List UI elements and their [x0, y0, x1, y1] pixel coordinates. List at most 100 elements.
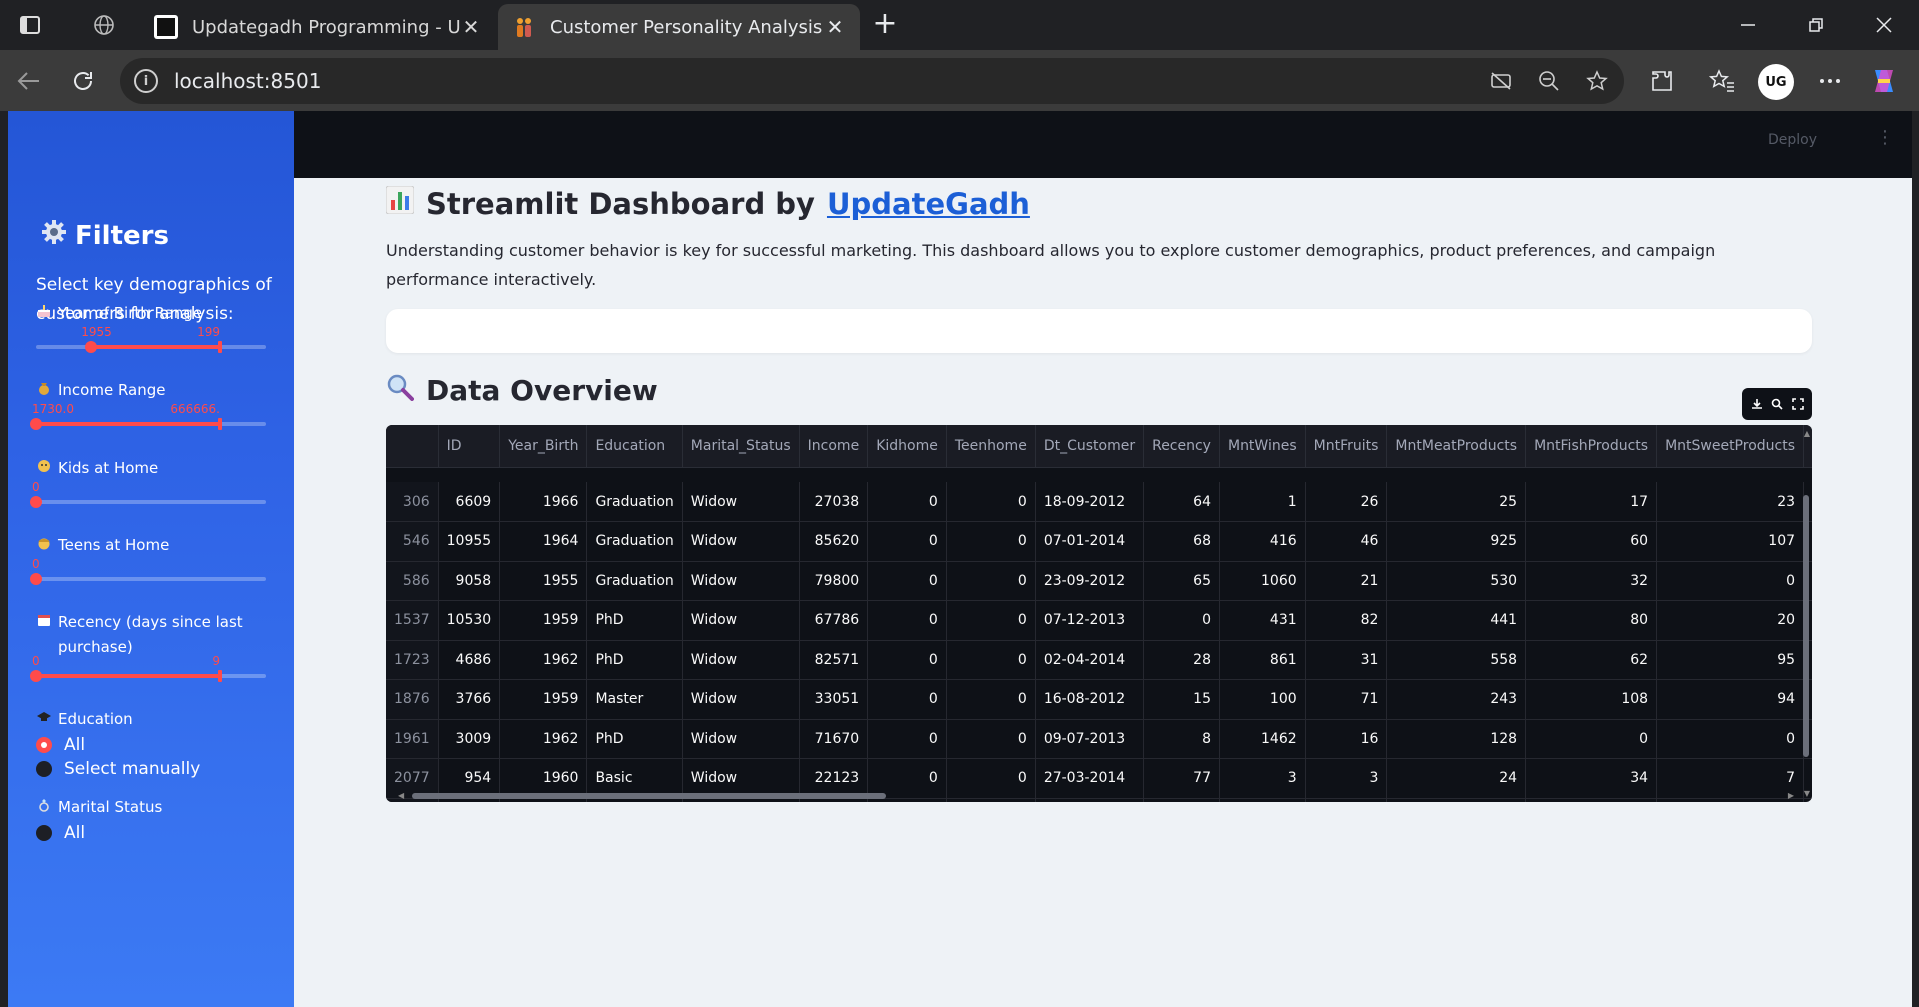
slider-thumb[interactable] — [30, 418, 42, 430]
table-cell[interactable]: 68 — [1143, 521, 1220, 562]
minimize-icon[interactable] — [1716, 0, 1780, 50]
education-option-manual[interactable]: Select manually — [36, 759, 200, 779]
table-cell[interactable]: 15 — [1143, 679, 1220, 720]
table-cell[interactable]: 0 — [867, 640, 947, 680]
table-cell[interactable]: PhD — [586, 640, 683, 680]
row-index-cell[interactable]: 586 — [386, 561, 439, 601]
table-cell[interactable]: 0 — [867, 679, 947, 720]
column-header[interactable]: Kidhome — [867, 425, 947, 468]
table-cell[interactable]: 431 — [1219, 600, 1306, 641]
address-bar[interactable]: i localhost:8501 — [120, 58, 1624, 104]
column-header[interactable]: MntMeatProducts — [1386, 425, 1527, 468]
table-cell[interactable]: 71670 — [799, 719, 869, 759]
table-cell[interactable]: 100 — [1219, 679, 1306, 720]
slider-thumb[interactable] — [218, 341, 222, 353]
teens-at-home-slider[interactable]: 0 — [30, 555, 266, 585]
close-tab-icon[interactable]: ✕ — [824, 15, 846, 39]
table-row[interactable]: 1537 10530 1959 PhD Widow 67786 0 0 07-12-2013 0 4… — [386, 600, 1812, 641]
back-icon[interactable] — [12, 64, 46, 98]
table-cell[interactable]: 27038 — [799, 482, 869, 522]
table-cell[interactable]: 1964 — [499, 521, 588, 562]
table-cell[interactable]: 0 — [946, 482, 1036, 522]
table-cell[interactable]: 62 — [1525, 640, 1658, 680]
table-cell[interactable]: 471 — [1219, 798, 1306, 802]
data-table[interactable]: ID Year_Birth Education Marital_Status Incom… — [386, 425, 1812, 802]
table-cell[interactable]: 1959 — [499, 679, 588, 720]
table-cell[interactable]: 94 — [1656, 679, 1805, 720]
kids-at-home-slider[interactable]: 0 — [30, 478, 266, 508]
table-cell[interactable]: 19-12-2012 — [1035, 798, 1145, 802]
table-cell[interactable]: Graduation — [586, 521, 683, 562]
table-cell[interactable]: 23 — [1656, 482, 1805, 522]
table-cell[interactable]: 0 — [1525, 719, 1658, 759]
table-cell[interactable]: 07-12-2013 — [1035, 600, 1145, 641]
table-cell[interactable]: 1955 — [499, 561, 588, 601]
table-cell[interactable]: 0 — [1656, 561, 1805, 601]
extensions-icon[interactable] — [1644, 63, 1680, 99]
table-cell[interactable]: 85620 — [799, 521, 869, 562]
table-cell[interactable]: Widow — [682, 521, 800, 562]
vertical-scrollbar[interactable] — [1803, 495, 1809, 757]
table-cell[interactable]: Widow — [682, 679, 800, 720]
table-cell[interactable]: 3766 — [438, 679, 501, 720]
column-header[interactable]: Income — [799, 425, 869, 468]
column-header[interactable]: MntFruits — [1305, 425, 1388, 468]
table-cell[interactable]: 10955 — [438, 521, 501, 562]
column-header[interactable]: Dt_Customer — [1035, 425, 1145, 468]
table-cell[interactable]: 3 — [1219, 758, 1306, 799]
copilot-icon[interactable] — [1866, 63, 1902, 99]
table-cell[interactable]: Graduation — [586, 482, 683, 522]
slider-thumb[interactable] — [30, 573, 42, 585]
table-row[interactable]: 1876 3766 1959 Master Widow 33051 0 0 16-08-2012… — [386, 679, 1812, 720]
table-cell[interactable]: 128 — [1386, 719, 1527, 759]
table-cell[interactable]: 79800 — [799, 561, 869, 601]
table-cell[interactable]: 925 — [1386, 521, 1527, 562]
fullscreen-icon[interactable] — [1791, 395, 1804, 414]
table-cell[interactable]: 24 — [1386, 758, 1527, 799]
table-cell[interactable]: 3 — [1305, 758, 1388, 799]
table-cell[interactable]: 58 — [1143, 798, 1220, 802]
table-cell[interactable]: 33051 — [799, 679, 869, 720]
column-header[interactable]: Marital_Status — [682, 425, 800, 468]
table-cell[interactable]: 7 — [1656, 758, 1805, 799]
table-cell[interactable]: 82 — [1305, 600, 1388, 641]
table-cell[interactable]: 26 — [1305, 482, 1388, 522]
column-header[interactable]: Year_Birth — [499, 425, 588, 468]
column-header[interactable]: MntFishProducts — [1525, 425, 1658, 468]
table-cell[interactable]: 558 — [1386, 640, 1527, 680]
slider-thumb[interactable] — [218, 670, 222, 682]
horizontal-scrollbar[interactable] — [412, 793, 886, 799]
column-header[interactable]: MntWines — [1219, 425, 1306, 468]
table-cell[interactable]: 102 — [1305, 798, 1388, 802]
table-cell[interactable]: 25 — [1386, 482, 1527, 522]
close-window-icon[interactable] — [1852, 0, 1916, 50]
table-cell[interactable]: 1462 — [1219, 719, 1306, 759]
table-cell[interactable]: Widow — [682, 600, 800, 641]
scroll-right-arrow-icon[interactable]: ▶ — [1788, 791, 1794, 800]
table-cell[interactable]: 0 — [867, 719, 947, 759]
table-cell[interactable]: 0 — [1656, 719, 1805, 759]
table-cell[interactable]: 61 — [1656, 798, 1805, 802]
table-cell[interactable]: 64 — [1143, 482, 1220, 522]
table-cell[interactable]: 71 — [1305, 679, 1388, 720]
table-cell[interactable]: 108 — [1525, 679, 1658, 720]
table-row[interactable]: 1723 4686 1962 PhD Widow 82571 0 0 02-04-2014 28 8… — [386, 640, 1812, 680]
table-cell[interactable]: 46 — [1305, 521, 1388, 562]
table-cell[interactable]: 09-07-2013 — [1035, 719, 1145, 759]
table-cell[interactable]: 18-09-2012 — [1035, 482, 1145, 522]
table-cell[interactable]: 416 — [1219, 521, 1306, 562]
table-cell[interactable]: 17 — [1525, 482, 1658, 522]
table-cell[interactable]: 16 — [1305, 719, 1388, 759]
scroll-left-arrow-icon[interactable]: ◀ — [398, 791, 404, 800]
table-cell[interactable]: Master — [586, 679, 683, 720]
table-cell[interactable]: 1060 — [1219, 561, 1306, 601]
close-tab-icon[interactable]: ✕ — [460, 15, 482, 39]
table-cell[interactable]: 0 — [946, 561, 1036, 601]
table-row[interactable]: 1961 3009 1962 PhD Widow 71670 0 0 09-07-2013 8 14… — [386, 719, 1812, 759]
table-cell[interactable]: 95 — [1656, 640, 1805, 680]
table-cell[interactable]: 82571 — [799, 640, 869, 680]
favorite-star-icon[interactable] — [1582, 66, 1612, 96]
table-cell[interactable]: 107 — [1656, 521, 1805, 562]
table-cell[interactable]: 861 — [1219, 640, 1306, 680]
row-index-cell[interactable]: 306 — [386, 482, 439, 522]
